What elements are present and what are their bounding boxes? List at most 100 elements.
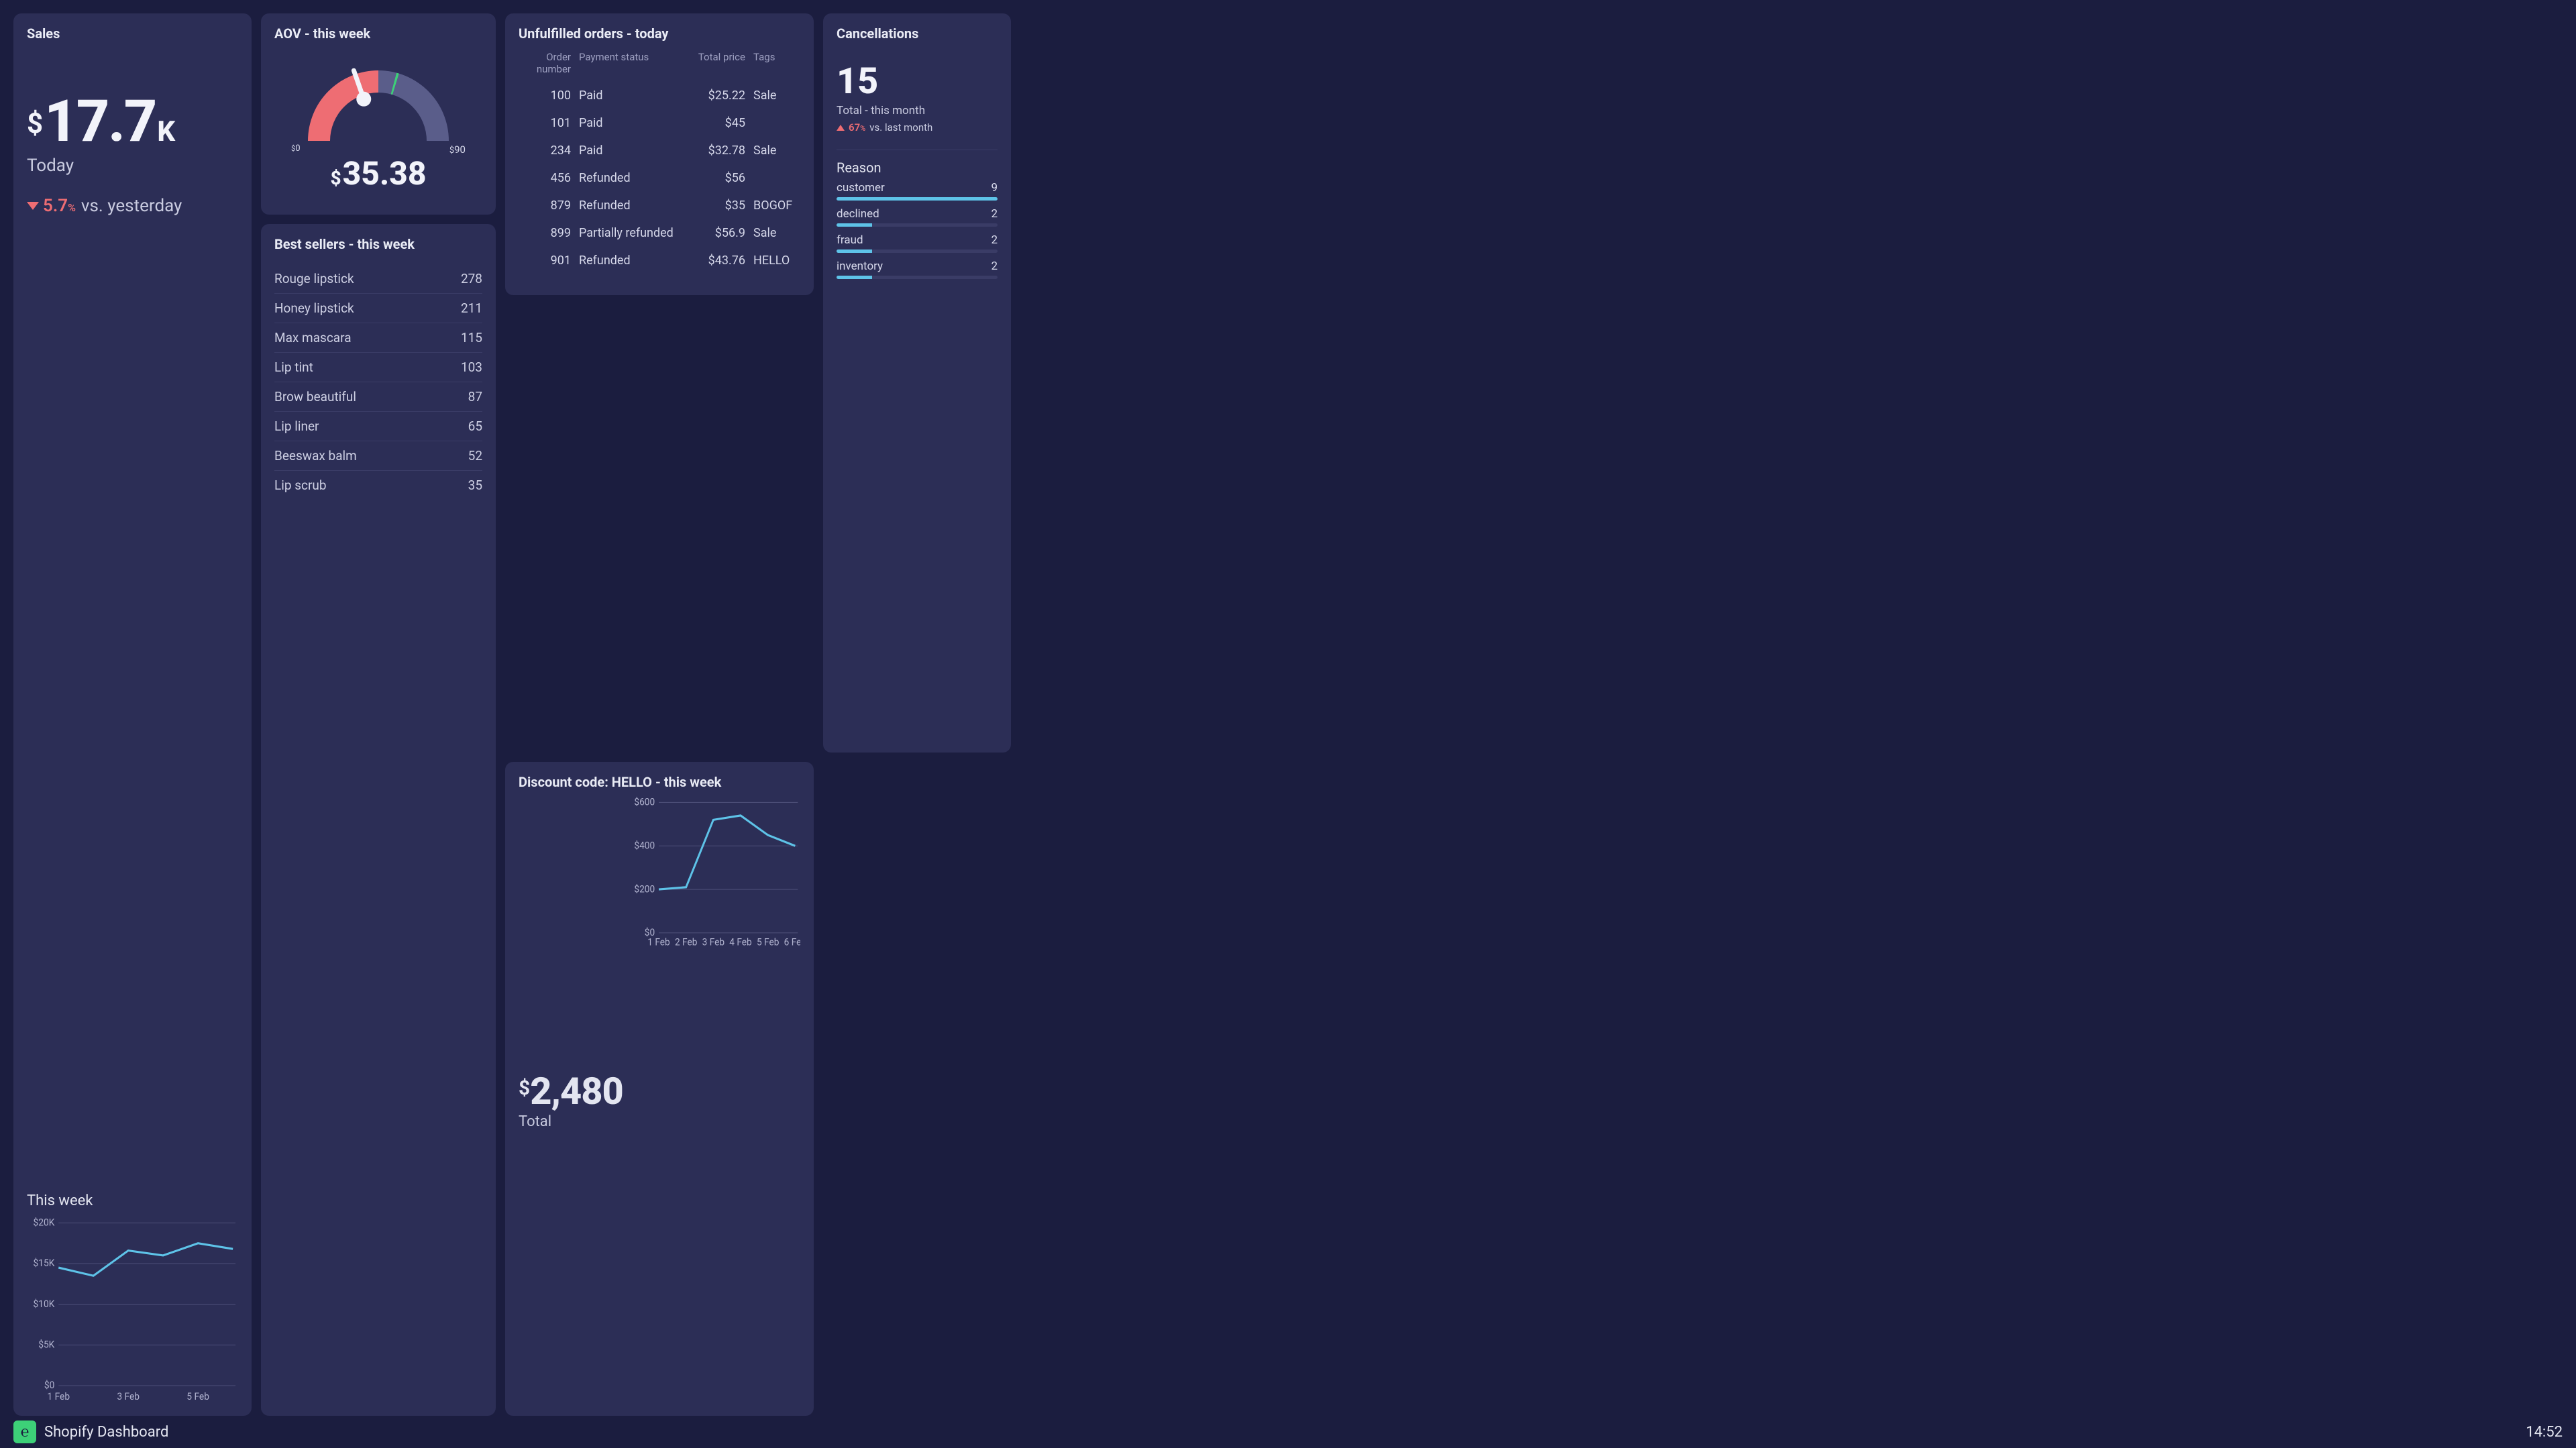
reason-count: 2 (991, 207, 998, 221)
table-cell: Paid (579, 82, 683, 109)
table-cell: BOGOF (753, 192, 800, 219)
reason-count: 2 (991, 260, 998, 273)
currency-symbol: $ (27, 107, 43, 140)
reason-name: declined (837, 207, 879, 221)
sales-value: $ 17.7 K (27, 93, 238, 150)
table-cell: Paid (579, 109, 683, 137)
table-cell: Refunded (579, 164, 683, 192)
svg-text:$600: $600 (634, 796, 655, 808)
list-item: Lip liner65 (274, 411, 482, 441)
product-count: 52 (468, 448, 482, 463)
table-header: Payment status (579, 47, 683, 82)
sales-period: Today (27, 156, 238, 176)
list-item: Honey lipstick 211 (274, 293, 482, 323)
best-sellers-list: Rouge lipstick278 Honey lipstick 211 Max ma… (274, 264, 482, 500)
table-cell: $43.76 (683, 247, 753, 274)
reason-row: inventory 2 (837, 260, 998, 279)
list-item: Rouge lipstick278 (274, 264, 482, 293)
svg-text:$0: $0 (44, 1380, 55, 1391)
svg-text:$400: $400 (634, 840, 655, 852)
table-cell: 899 (519, 219, 579, 247)
discount-line-chart: $0$200$400$6001 Feb2 Feb3 Feb4 Feb5 Feb6… (630, 795, 800, 950)
dashboard-grid: Sales $ 17.7 K Today 5.7% vs. yesterday … (0, 0, 2576, 1416)
table-cell: HELLO (753, 247, 800, 274)
orders-card: Unfulfilled orders - today Order numberP… (505, 13, 814, 295)
svg-text:5 Feb: 5 Feb (757, 937, 779, 948)
sales-title: Sales (27, 25, 238, 42)
reason-title: Reason (837, 150, 998, 176)
table-cell: Refunded (579, 247, 683, 274)
table-cell: $45 (683, 109, 753, 137)
table-cell: Partially refunded (579, 219, 683, 247)
aov-title: AOV - this week (274, 25, 482, 42)
product-name: Max mascara (274, 330, 352, 345)
cancellations-title: Cancellations (837, 25, 998, 42)
svg-text:$200: $200 (634, 883, 655, 895)
table-cell: $25.22 (683, 82, 753, 109)
cancellations-sub: Total - this month (837, 104, 998, 117)
svg-text:1 Feb: 1 Feb (47, 1391, 70, 1402)
table-cell: $35 (683, 192, 753, 219)
table-cell: $56 (683, 164, 753, 192)
reason-name: customer (837, 181, 885, 194)
sales-mini-title: This week (27, 1192, 238, 1209)
sales-number: 17.7 (44, 93, 156, 150)
best-sellers-card: Best sellers - this week Rouge lipstick2… (261, 224, 496, 1416)
footer: ℮ Shopify Dashboard 14:52 (0, 1416, 2576, 1448)
table-cell: Refunded (579, 192, 683, 219)
reason-name: fraud (837, 233, 863, 247)
aov-value: $35.38 (330, 154, 426, 192)
svg-text:$5K: $5K (38, 1339, 54, 1350)
sales-suffix: K (157, 115, 175, 148)
discount-sub: Total (519, 1113, 623, 1130)
cancellations-card: Cancellations 15 Total - this month 67% … (823, 13, 1011, 753)
sales-delta-label: vs. yesterday (81, 196, 182, 216)
svg-text:$15K: $15K (33, 1258, 54, 1269)
orders-title: Unfulfilled orders - today (519, 25, 800, 42)
aov-card: AOV - this week $0 $90 $35.38 (261, 13, 496, 215)
product-count: 35 (468, 478, 482, 493)
table-cell: $32.78 (683, 137, 753, 164)
sales-delta-value: 5.7% (43, 196, 76, 216)
cancellations-delta: 67% vs. last month (837, 121, 998, 133)
product-name: Lip tint (274, 359, 313, 375)
svg-text:3 Feb: 3 Feb (702, 937, 724, 948)
product-count: 87 (468, 389, 482, 404)
aov-gauge: $0 $90 $35.38 (274, 47, 482, 203)
list-item: Beeswax balm 52 (274, 441, 482, 470)
list-item: Max mascara115 (274, 323, 482, 352)
svg-text:1 Feb: 1 Feb (647, 937, 669, 948)
svg-text:5 Feb: 5 Feb (186, 1391, 209, 1402)
reason-name: inventory (837, 260, 883, 273)
table-cell (753, 109, 800, 137)
table-cell: Sale (753, 137, 800, 164)
reason-count: 9 (991, 181, 998, 194)
gauge-min-label: $0 (291, 144, 301, 156)
table-cell: 100 (519, 82, 579, 109)
best-sellers-title: Best sellers - this week (274, 236, 482, 252)
table-cell: 456 (519, 164, 579, 192)
product-count: 103 (461, 359, 482, 375)
product-count: 278 (461, 271, 482, 286)
product-count: 211 (461, 300, 482, 316)
product-name: Brow beautiful (274, 389, 356, 404)
table-cell: Paid (579, 137, 683, 164)
discount-value: $ 2,480 (519, 1069, 623, 1113)
svg-text:4 Feb: 4 Feb (729, 937, 751, 948)
table-cell: Sale (753, 219, 800, 247)
cancellations-value: 15 (837, 60, 998, 103)
reason-row: fraud 2 (837, 233, 998, 253)
footer-title: Shopify Dashboard (44, 1424, 168, 1441)
table-header: Tags (753, 47, 800, 82)
sales-line-chart: $0$5K$10K$15K$20K1 Feb3 Feb5 Feb (27, 1216, 238, 1404)
table-cell: 879 (519, 192, 579, 219)
logo-icon: ℮ (13, 1421, 36, 1443)
product-name: Honey lipstick (274, 300, 354, 316)
reason-count: 2 (991, 233, 998, 247)
product-name: Beeswax balm (274, 448, 357, 463)
list-item: Lip scrub 35 (274, 470, 482, 500)
product-name: Lip scrub (274, 478, 327, 493)
table-header: Total price (683, 47, 753, 82)
table-cell: 101 (519, 109, 579, 137)
table-cell: 901 (519, 247, 579, 274)
